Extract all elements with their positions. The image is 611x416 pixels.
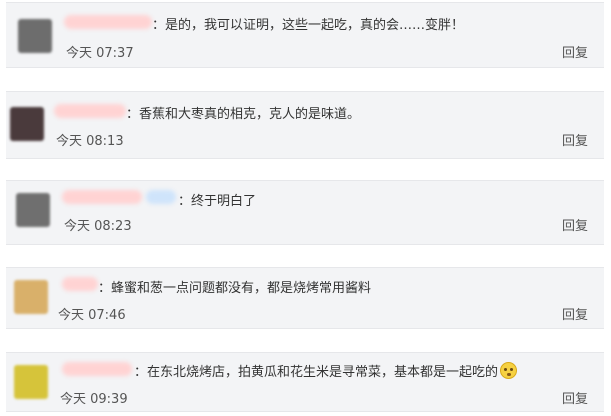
username-blurred[interactable] xyxy=(54,104,126,118)
comment-item: ：在东北烧烤店，拍黄瓜和花生米是寻常菜，基本都是一起吃的 今天 09:39 回复 xyxy=(6,352,604,412)
avatar[interactable] xyxy=(10,107,44,141)
comment-item: ：香蕉和大枣真的相克，克人的是味道。 今天 08:13 回复 xyxy=(6,91,604,159)
avatar[interactable] xyxy=(16,193,50,227)
reply-button[interactable]: 回复 xyxy=(562,304,588,323)
comment-text: ：是的，我可以证明，这些一起吃，真的会……变胖！ xyxy=(152,18,465,33)
comment-text: ：蜂蜜和葱一点问题都没有，都是烧烤常用酱料 xyxy=(98,281,372,296)
username-blurred[interactable] xyxy=(62,362,132,376)
reply-button[interactable]: 回复 xyxy=(562,215,588,234)
timestamp: 今天 09:39 xyxy=(60,392,128,407)
comment-text-content: ：在东北烧烤店，拍黄瓜和花生米是寻常菜，基本都是一起吃的 xyxy=(134,365,499,380)
reply-button[interactable]: 回复 xyxy=(562,42,588,61)
comment-item: ：蜂蜜和葱一点问题都没有，都是烧烤常用酱料 今天 07:46 回复 xyxy=(6,267,604,329)
timestamp: 今天 07:37 xyxy=(66,46,134,61)
avatar[interactable] xyxy=(14,280,48,314)
username-blurred[interactable] xyxy=(146,190,176,204)
avatar[interactable] xyxy=(18,19,52,53)
reply-button[interactable]: 回复 xyxy=(562,388,588,407)
reply-button[interactable]: 回复 xyxy=(562,130,588,149)
comment-text: ：在东北烧烤店，拍黄瓜和花生米是寻常菜，基本都是一起吃的 xyxy=(134,361,518,380)
avatar[interactable] xyxy=(14,365,48,399)
username-blurred[interactable] xyxy=(62,190,142,204)
timestamp: 今天 08:13 xyxy=(56,134,124,149)
comment-item: ：是的，我可以证明，这些一起吃，真的会……变胖！ 今天 07:37 回复 xyxy=(6,2,604,68)
username-blurred[interactable] xyxy=(62,277,98,291)
username-blurred[interactable] xyxy=(64,15,152,29)
astonished-face-icon xyxy=(500,362,518,379)
comment-text: ：香蕉和大枣真的相克，克人的是味道。 xyxy=(126,107,361,122)
timestamp: 今天 07:46 xyxy=(58,308,126,323)
timestamp: 今天 08:23 xyxy=(64,219,132,234)
comment-text: ：终于明白了 xyxy=(178,194,257,209)
comment-item: ：终于明白了 今天 08:23 回复 xyxy=(6,180,604,245)
